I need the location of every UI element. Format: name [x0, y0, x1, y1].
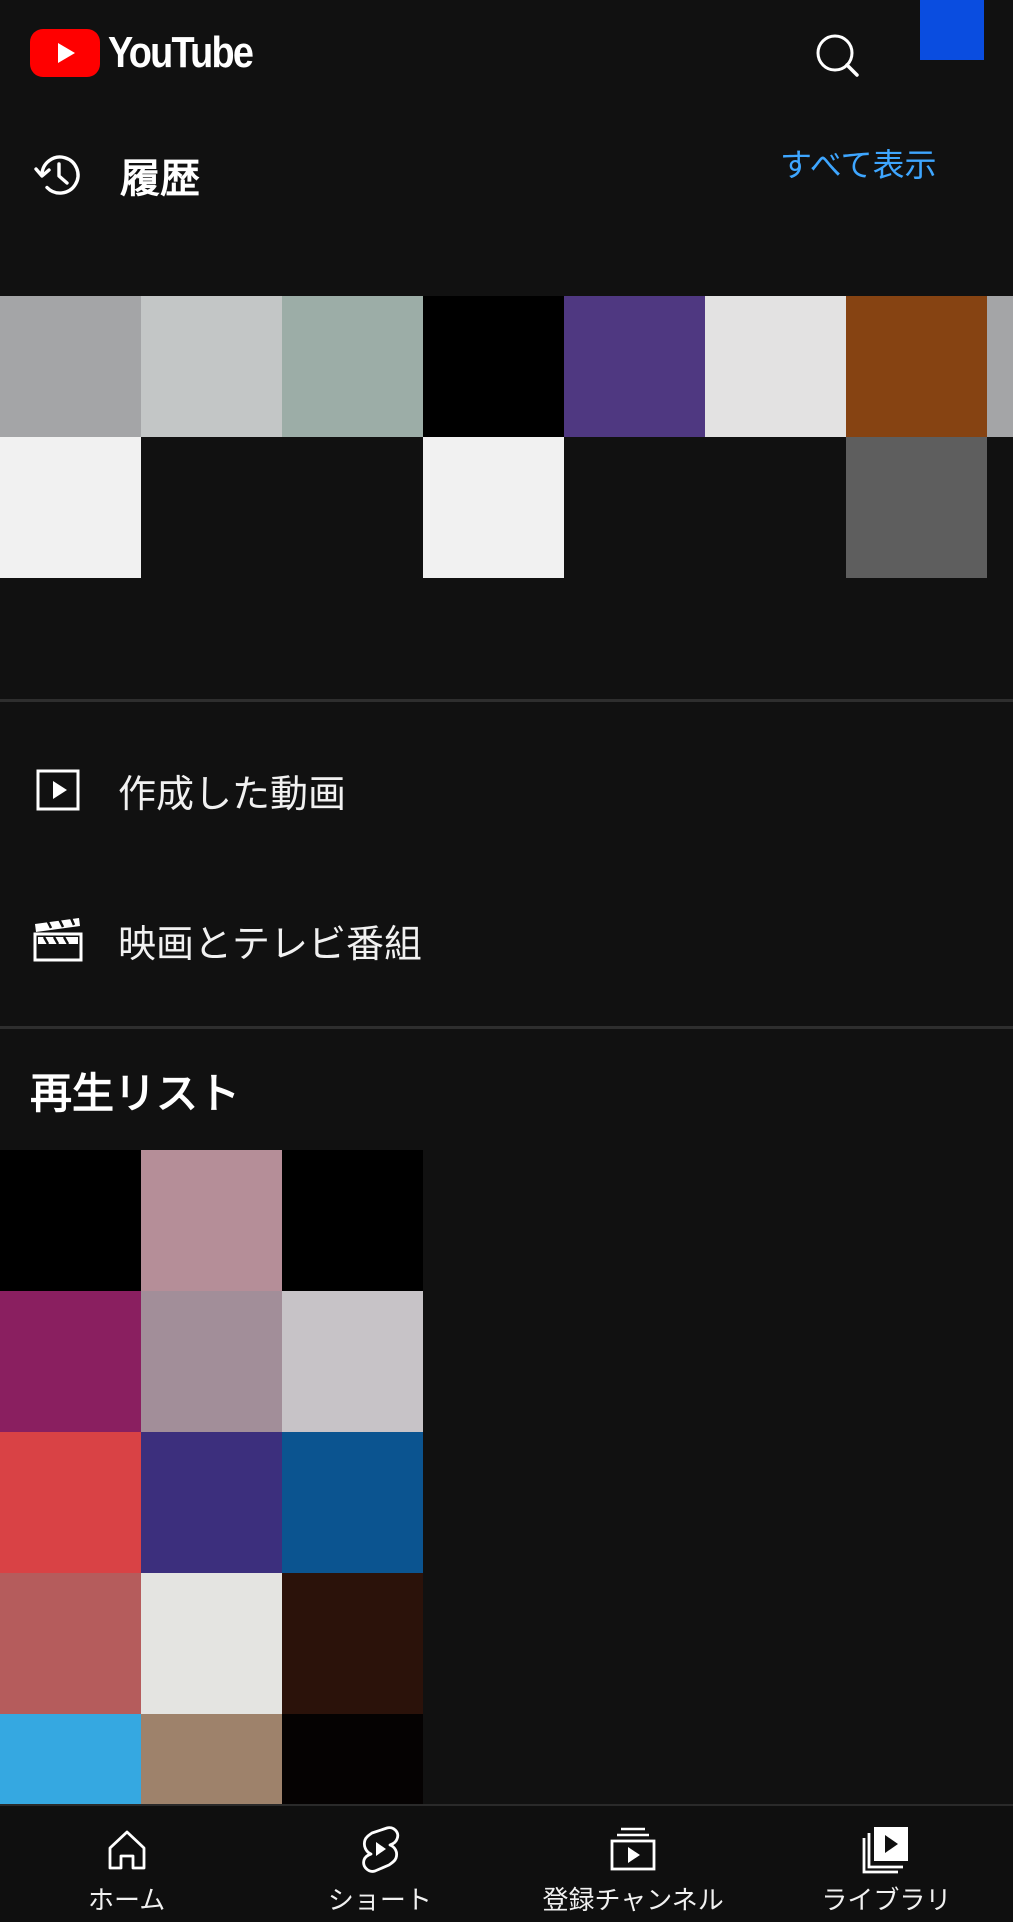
playlists-title: 再生リスト: [30, 1069, 241, 1118]
playlist-thumbnail-tile: [282, 1573, 423, 1714]
subscriptions-icon: [608, 1824, 658, 1874]
playlist-thumbnail-tile: [282, 1714, 423, 1804]
show-all-link[interactable]: すべて表示: [780, 140, 936, 186]
section-divider: [0, 699, 1013, 702]
shorts-icon: [355, 1824, 405, 1874]
nav-label: 登録チャンネル: [542, 1886, 724, 1916]
history-title: 履歴: [120, 156, 200, 202]
nav-label: ホーム: [88, 1886, 166, 1916]
history-video-thumbnail[interactable]: [0, 437, 141, 578]
history-video-thumbnail[interactable]: [423, 296, 564, 437]
clapperboard-icon: [30, 912, 86, 968]
history-thumbnails: [0, 296, 1013, 578]
history-video-thumbnail[interactable]: [846, 296, 987, 437]
playlist-thumbnail-tile: [0, 1291, 141, 1432]
playlist-thumbnail-tile: [141, 1714, 282, 1804]
playlist-thumbnail-tile: [282, 1291, 423, 1432]
history-video-thumbnail[interactable]: [846, 437, 987, 578]
history-video-thumbnail[interactable]: [282, 437, 423, 578]
home-icon: [102, 1824, 152, 1874]
nav-library[interactable]: ライブラリ: [760, 1806, 1013, 1922]
playlist-thumbnail-tile: [0, 1432, 141, 1573]
history-video-thumbnail[interactable]: [564, 296, 705, 437]
bottom-navigation: ホーム ショート 登録チャンネル ライブラリ: [0, 1804, 1013, 1922]
nav-shorts[interactable]: ショート: [253, 1806, 506, 1922]
section-divider: [0, 1026, 1013, 1029]
history-icon: [34, 155, 80, 195]
history-video-thumbnail[interactable]: [141, 437, 282, 578]
playlist-thumbnail-tile: [141, 1150, 282, 1291]
playlist-thumbnail-tile: [0, 1150, 141, 1291]
library-icon: [861, 1824, 911, 1874]
history-video-thumbnail[interactable]: [423, 437, 564, 578]
history-video-thumbnail[interactable]: [987, 296, 1013, 437]
history-video-thumbnail[interactable]: [564, 437, 705, 578]
search-icon: [816, 34, 859, 77]
playlist-thumbnail-tile: [282, 1150, 423, 1291]
menu-item-movies-tv[interactable]: 映画とテレビ番組: [0, 890, 1013, 990]
play-square-icon: [30, 762, 86, 818]
nav-subscriptions[interactable]: 登録チャンネル: [507, 1806, 760, 1922]
playlist-thumbnail-tile: [0, 1714, 141, 1804]
history-video-thumbnail[interactable]: [0, 296, 141, 437]
playlist-thumbnail-tile: [141, 1432, 282, 1573]
history-video-thumbnail[interactable]: [282, 296, 423, 437]
menu-item-label: 作成した動画: [118, 771, 347, 816]
top-app-bar: YouTube: [0, 0, 1013, 120]
history-video-thumbnail[interactable]: [705, 296, 846, 437]
playlist-thumbnail-tile: [141, 1573, 282, 1714]
nav-label: ショート: [327, 1886, 432, 1916]
menu-item-your-videos[interactable]: 作成した動画: [0, 740, 1013, 840]
playlist-thumbnail-tile: [0, 1573, 141, 1714]
history-video-thumbnail[interactable]: [987, 437, 1013, 578]
history-header[interactable]: 履歴: [30, 145, 200, 205]
brand-name: YouTube: [108, 28, 254, 77]
history-video-thumbnail[interactable]: [141, 296, 282, 437]
playlist-thumbnails[interactable]: [0, 1150, 423, 1804]
menu-item-label: 映画とテレビ番組: [118, 921, 423, 966]
playlist-thumbnail-tile: [141, 1291, 282, 1432]
search-button[interactable]: [810, 28, 866, 84]
nav-label: ライブラリ: [821, 1886, 952, 1916]
playlist-thumbnail-tile: [282, 1432, 423, 1573]
nav-home[interactable]: ホーム: [0, 1806, 253, 1922]
account-avatar[interactable]: [920, 0, 984, 60]
history-video-thumbnail[interactable]: [705, 437, 846, 578]
youtube-play-logo-icon: [30, 29, 100, 77]
youtube-logo[interactable]: YouTube: [30, 28, 276, 78]
